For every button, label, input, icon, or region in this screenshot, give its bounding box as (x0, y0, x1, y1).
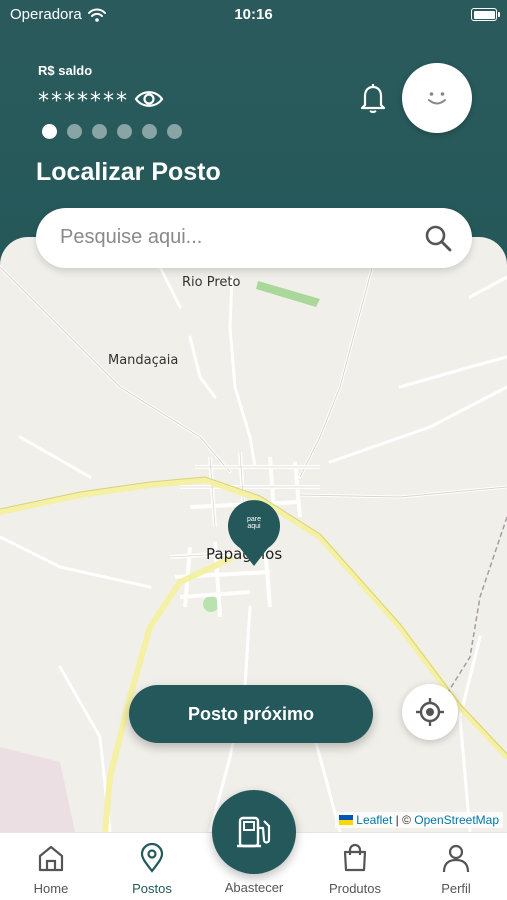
location-pin-icon (228, 500, 280, 566)
nav-perfil-label: Perfil (441, 881, 471, 896)
carousel-dot[interactable] (67, 124, 82, 139)
leaflet-link[interactable]: Leaflet (356, 813, 392, 827)
bell-icon[interactable] (358, 82, 388, 114)
avatar[interactable] (402, 63, 472, 133)
search-placeholder: Pesquise aqui... (60, 226, 203, 248)
station-marker[interactable]: pare aqui (226, 500, 282, 568)
ukraine-flag-icon (339, 815, 354, 825)
page-title: Localizar Posto (36, 158, 221, 186)
fuel-pump-icon (237, 816, 271, 848)
nav-postos[interactable]: Postos (107, 833, 197, 900)
nav-perfil[interactable]: Perfil (411, 833, 501, 900)
nav-produtos[interactable]: Produtos (310, 833, 400, 900)
map-label-rio-preto: Rio Preto (182, 275, 241, 290)
map-attribution: Leaflet | © OpenStreetMap (335, 812, 503, 828)
status-bar: Operadora 10:16 (0, 0, 507, 30)
shopping-bag-icon (343, 843, 367, 872)
user-icon (442, 844, 470, 873)
smiley-avatar-icon (428, 92, 446, 105)
nav-home-label: Home (33, 881, 69, 896)
battery-icon (471, 8, 500, 21)
home-icon (38, 845, 64, 872)
osm-link[interactable]: OpenStreetMap (414, 813, 499, 827)
carousel-dot[interactable] (142, 124, 157, 139)
attribution-separator: | © (395, 813, 411, 827)
nav-produtos-label: Produtos (328, 881, 382, 896)
eye-icon[interactable] (134, 87, 164, 111)
carousel-dot[interactable] (117, 124, 132, 139)
carousel-dot[interactable] (92, 124, 107, 139)
clock: 10:16 (234, 6, 273, 23)
balance-label: R$ saldo (38, 63, 93, 78)
carousel-dot[interactable] (167, 124, 182, 139)
map-label-mandacaia: Mandaçaia (108, 353, 179, 368)
refuel-button[interactable] (212, 790, 296, 874)
locate-me-button[interactable] (402, 684, 458, 740)
nav-abastecer-label: Abastecer (224, 880, 284, 895)
search-icon[interactable] (424, 224, 452, 252)
nav-postos-label: Postos (132, 881, 172, 896)
map-pin-icon (140, 843, 164, 873)
locate-target-icon (416, 698, 444, 726)
nearby-station-button[interactable]: Posto próximo (129, 685, 373, 743)
nav-home[interactable]: Home (6, 833, 96, 900)
station-logo: pare aqui (246, 516, 261, 530)
carousel-dot[interactable] (42, 124, 57, 139)
search-input[interactable]: Pesquise aqui... (36, 208, 472, 268)
balance-value: ******* (38, 89, 129, 114)
carousel-dots (42, 124, 182, 139)
